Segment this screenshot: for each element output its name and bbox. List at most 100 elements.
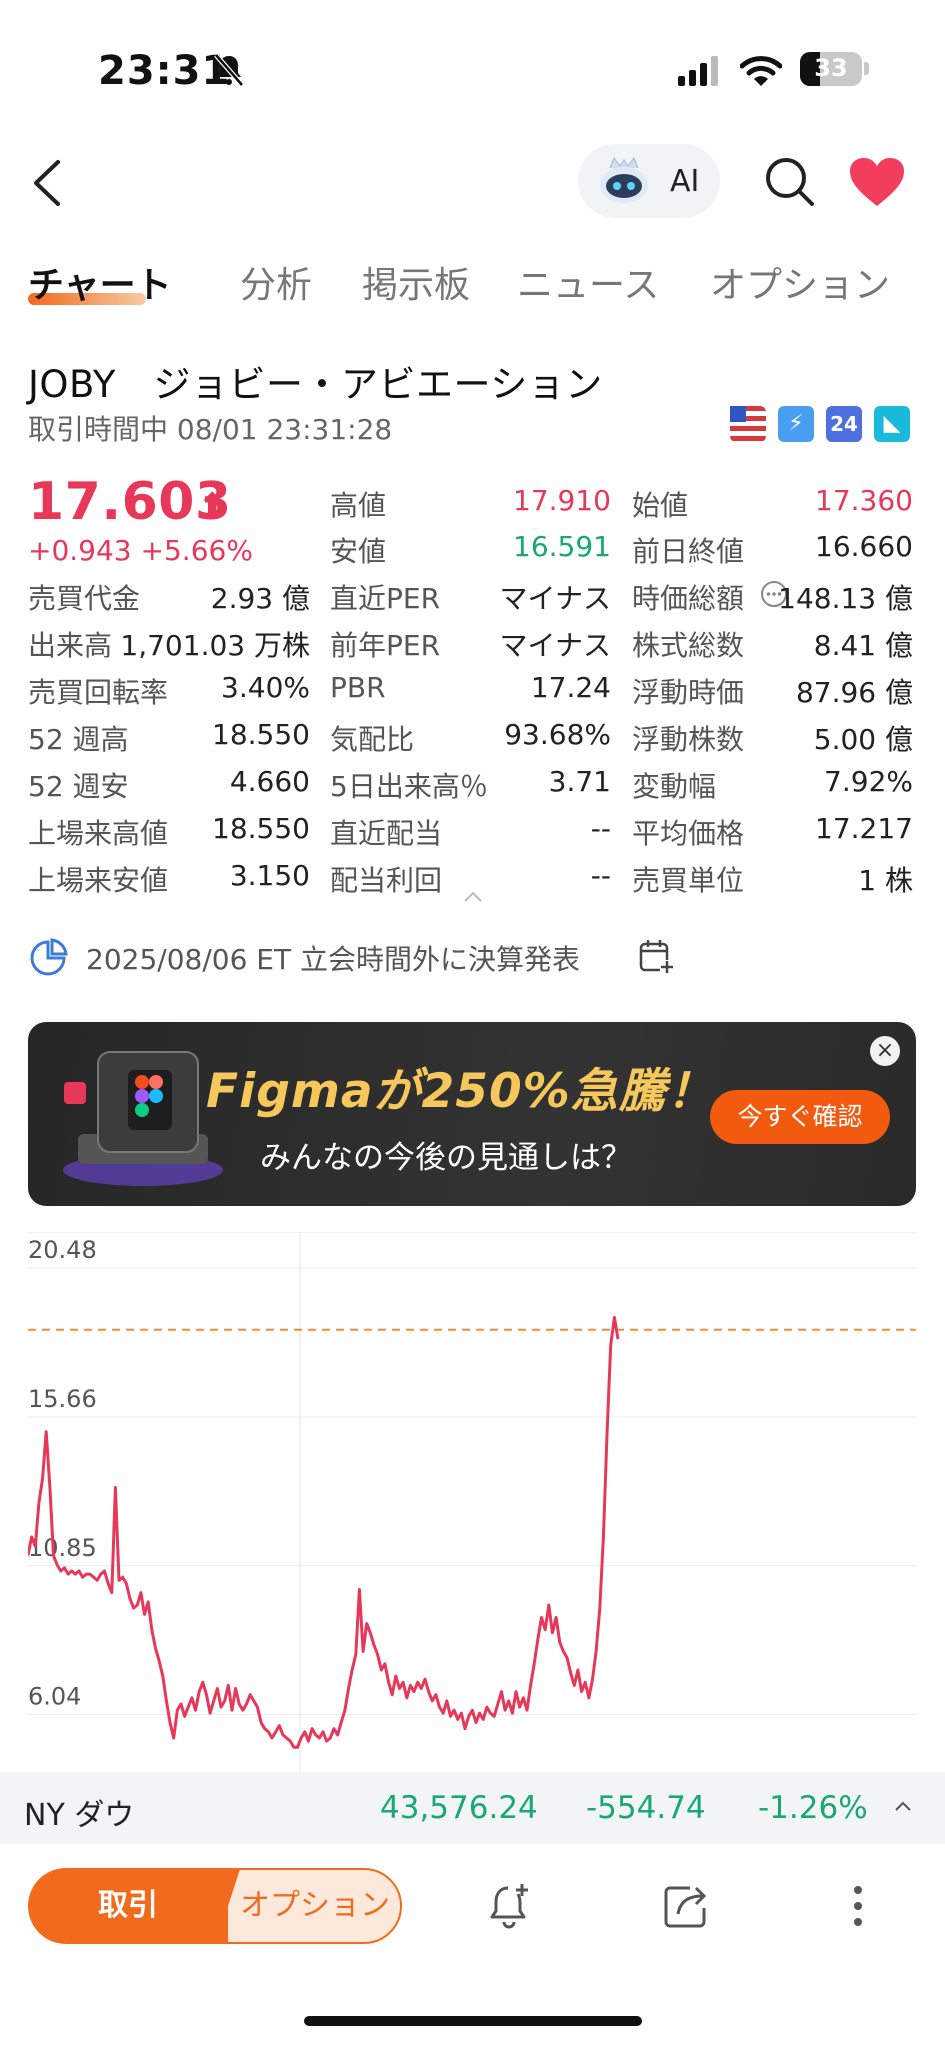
stat-value: 3.150 — [229, 859, 310, 892]
stat-value: マイナス — [499, 582, 611, 615]
stat-value: 8.41 億 — [813, 629, 913, 662]
stat-label: 出来高 — [28, 629, 113, 662]
price-series-line — [28, 1315, 620, 1749]
bell-muted-icon — [214, 53, 244, 87]
stat-label: 52 週高 — [28, 723, 129, 756]
stat-value: 17.24 — [530, 671, 611, 704]
stat-value: 17.217 — [815, 812, 913, 845]
chevron-up-icon[interactable] — [894, 1800, 912, 1812]
stat-label: 売買代金 — [28, 582, 141, 615]
back-arrow-icon[interactable] — [28, 158, 68, 208]
stat-label: PBR — [330, 671, 386, 704]
tab-chart[interactable]: チャート — [28, 256, 172, 308]
home-indicator — [304, 2016, 642, 2026]
y-tick-label: 20.48 — [28, 1236, 97, 1264]
stat-label: 平均価格 — [632, 817, 745, 850]
stat-label: 変動幅 — [632, 770, 717, 803]
stat-label: 5日出来高％ — [330, 770, 488, 803]
figma-illustration-icon — [63, 1051, 223, 1186]
stat-value: 3.71 — [548, 765, 611, 798]
tab-board[interactable]: 掲示板 — [362, 256, 470, 308]
tab-options[interactable]: オプション — [710, 256, 890, 308]
y-tick-label: 10.85 — [28, 1534, 97, 1562]
ai-assistant-button[interactable]: AI — [578, 144, 720, 218]
trade-button[interactable]: 取引 — [28, 1868, 228, 1944]
stat-label: 上場来高値 — [28, 817, 169, 850]
search-icon[interactable] — [762, 154, 816, 208]
stat-value: 2.93 億 — [210, 582, 310, 615]
stock-title: JOBY ジョビー・アビエーション — [28, 363, 603, 406]
stat-label: 上場来安値 — [28, 864, 169, 897]
stat-value: 93.68% — [504, 718, 611, 751]
favorite-heart-icon[interactable] — [848, 156, 906, 208]
stat-value: 1 株 — [858, 864, 913, 897]
stat-label: 浮動株数 — [632, 723, 745, 756]
stat-value-prev-close: 16.660 — [815, 530, 913, 563]
earnings-pie-icon — [30, 938, 68, 976]
status-time: 23:31 — [98, 48, 231, 94]
index-change: -554.74 — [586, 1790, 706, 1826]
us-flag-icon — [730, 406, 766, 442]
stat-value: -- — [590, 812, 611, 845]
cellular-signal-icon — [678, 56, 718, 86]
check-now-button[interactable]: 今すぐ確認 — [710, 1090, 890, 1144]
battery-level: 33 — [814, 54, 848, 82]
lightning-badge-icon: ⚡ — [778, 406, 814, 442]
stat-value-open: 17.360 — [815, 484, 913, 517]
y-tick-label: 15.66 — [28, 1385, 97, 1413]
price-line-chart[interactable]: 20.48 15.66 10.85 6.04 — [28, 1232, 916, 1772]
stat-value: 4.660 — [229, 765, 310, 798]
price-change: +0.943 +5.66% — [28, 534, 253, 567]
stat-label: 始値 — [632, 489, 689, 522]
stat-value: マイナス — [499, 629, 611, 662]
stat-label: 52 週安 — [28, 770, 129, 803]
stat-label: 直近配当 — [330, 817, 443, 850]
index-value: 43,576.24 — [380, 1790, 538, 1826]
add-calendar-icon[interactable] — [638, 938, 674, 974]
stat-label: 配当利回 — [330, 864, 443, 897]
stat-value: 18.550 — [212, 812, 310, 845]
add-alert-bell-icon[interactable] — [484, 1880, 536, 1932]
robot-icon — [600, 156, 648, 203]
stat-value-high: 17.910 — [513, 484, 611, 517]
y-tick-label: 6.04 — [28, 1683, 81, 1711]
promo-banner[interactable]: Figmaが250%急騰！ みんなの今後の見通しは？ 今すぐ確認 × — [28, 1022, 916, 1206]
battery-tip — [864, 62, 869, 75]
share-icon[interactable] — [660, 1880, 712, 1932]
stat-label: 前日終値 — [632, 535, 745, 568]
expand-chevron-icon[interactable] — [462, 890, 484, 904]
earnings-announcement: 2025/08/06 ET 立会時間外に決算発表 — [86, 943, 580, 976]
wifi-icon — [740, 56, 782, 86]
stat-value: -- — [590, 859, 611, 892]
feature-badge-icon: ◣ — [874, 406, 910, 442]
battery-icon: 33 — [800, 52, 862, 86]
banner-subtext: みんなの今後の見通しは？ — [260, 1140, 632, 1176]
stat-label: 時価総額 — [632, 582, 745, 615]
stat-value: 7.92% — [824, 765, 913, 798]
stat-value: 87.96 億 — [795, 676, 913, 709]
tab-news[interactable]: ニュース — [517, 256, 659, 308]
index-percent: -1.26% — [758, 1790, 868, 1826]
stat-value: 1,701.03 万株 — [120, 629, 310, 662]
stat-label: 前年PER — [330, 629, 441, 662]
tab-analysis[interactable]: 分析 — [240, 256, 312, 308]
trading-status: 取引時間中 08/01 23:31:28 — [28, 413, 393, 446]
option-button[interactable]: オプション — [210, 1868, 402, 1944]
stat-label: 株式総数 — [632, 629, 745, 662]
stat-value: 18.550 — [212, 718, 310, 751]
stat-value: 5.00 億 — [813, 723, 913, 756]
stat-value-low: 16.591 — [513, 530, 611, 563]
24h-badge-icon: 24 — [826, 406, 862, 442]
ai-label: AI — [670, 164, 700, 199]
index-ticker-bar[interactable]: NY ダウ 43,576.24 -554.74 -1.26% — [0, 1772, 945, 1844]
up-arrow-icon: ⬆ — [198, 486, 227, 526]
stat-label: 浮動時価 — [632, 676, 745, 709]
index-name: NY ダウ — [24, 1798, 135, 1833]
close-banner-button[interactable]: × — [870, 1036, 900, 1066]
stat-value: 148.13 億 — [778, 582, 913, 615]
more-options-icon[interactable] — [832, 1880, 884, 1932]
stat-label: 売買回転率 — [28, 676, 169, 709]
stat-label: 売買単位 — [632, 864, 745, 897]
stat-value: 3.40% — [221, 671, 310, 704]
stat-label: 気配比 — [330, 723, 415, 756]
